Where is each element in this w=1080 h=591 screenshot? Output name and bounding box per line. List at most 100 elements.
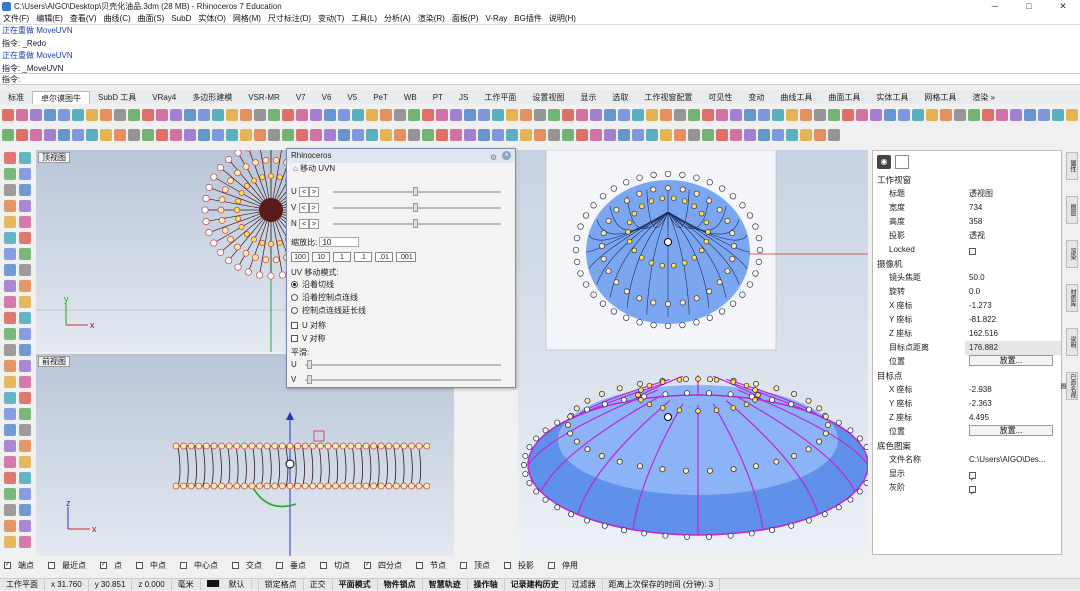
toolbar-tool-icon[interactable] xyxy=(758,129,770,141)
u-symmetry-checkbox[interactable]: U 对称 xyxy=(291,320,326,331)
toolbar-tool-icon[interactable] xyxy=(324,109,336,121)
menu-item[interactable]: 变动(T) xyxy=(318,13,344,24)
toolbar-tool-icon[interactable] xyxy=(1066,109,1078,121)
toolbar-tool-icon[interactable] xyxy=(646,109,658,121)
camera-icon[interactable]: ◉ xyxy=(877,155,891,169)
tool-icon[interactable] xyxy=(19,344,31,356)
toolbar-tab[interactable]: 曲面工具 xyxy=(820,91,868,104)
toolbar-tool-icon[interactable] xyxy=(772,109,784,121)
toolbar-tool-icon[interactable] xyxy=(240,109,252,121)
toolbar-tool-icon[interactable] xyxy=(856,109,868,121)
toolbar-tool-icon[interactable] xyxy=(786,129,798,141)
property-checkbox[interactable]: ✓ xyxy=(965,481,1061,497)
toolbar-tool-icon[interactable] xyxy=(310,109,322,121)
tool-icon[interactable] xyxy=(4,328,16,340)
toolbar-tab[interactable]: PT xyxy=(425,91,451,104)
toolbar-tool-icon[interactable] xyxy=(2,109,14,121)
toolbar-tool-icon[interactable] xyxy=(324,129,336,141)
tool-icon[interactable] xyxy=(19,440,31,452)
toolbar-tool-icon[interactable] xyxy=(548,129,560,141)
tool-icon[interactable] xyxy=(4,312,16,324)
toolbar-tool-icon[interactable] xyxy=(982,109,994,121)
menu-item[interactable]: V-Ray xyxy=(485,14,507,23)
toolbar-tool-icon[interactable] xyxy=(744,109,756,121)
toolbar-tool-icon[interactable] xyxy=(1052,109,1064,121)
toolbar-tool-icon[interactable] xyxy=(142,129,154,141)
toolbar-tool-icon[interactable] xyxy=(870,109,882,121)
toolbar-tool-icon[interactable] xyxy=(296,129,308,141)
place-button[interactable]: 放置... xyxy=(969,425,1053,436)
toolbar-tool-icon[interactable] xyxy=(744,129,756,141)
toolbar-tool-icon[interactable] xyxy=(2,129,14,141)
tool-icon[interactable] xyxy=(4,360,16,372)
osnap-toggle[interactable]: 顶点 xyxy=(460,560,497,571)
osnap-toggle[interactable]: 节点 xyxy=(416,560,453,571)
side-tab[interactable]: 属性 xyxy=(1066,152,1078,180)
tool-icon[interactable] xyxy=(4,440,16,452)
toolbar-tool-icon[interactable] xyxy=(198,129,210,141)
toolbar-tab[interactable]: 显示 xyxy=(572,91,604,104)
toolbar-tool-icon[interactable] xyxy=(310,129,322,141)
toolbar-tool-icon[interactable] xyxy=(1010,109,1022,121)
property-value[interactable]: C:\Users\AIGO\Des... xyxy=(965,453,1061,467)
property-value[interactable]: -2.363 xyxy=(965,397,1061,411)
toolbar-tool-icon[interactable] xyxy=(408,129,420,141)
menu-item[interactable]: 曲线(C) xyxy=(104,13,131,24)
menu-item[interactable]: 查看(V) xyxy=(70,13,97,24)
toolbar-tool-icon[interactable] xyxy=(142,109,154,121)
toolbar-tab[interactable]: 卓尔谟图牛 xyxy=(32,91,90,104)
maximize-button[interactable]: □ xyxy=(1012,0,1046,12)
tool-icon[interactable] xyxy=(4,408,16,420)
toolbar-tool-icon[interactable] xyxy=(618,129,630,141)
toolbar-tool-icon[interactable] xyxy=(198,109,210,121)
toolbar-tool-icon[interactable] xyxy=(562,109,574,121)
toolbar-tool-icon[interactable] xyxy=(72,129,84,141)
mode-option[interactable]: 沿着切线 xyxy=(291,279,334,290)
toolbar-tool-icon[interactable] xyxy=(520,109,532,121)
toolbar-tab[interactable]: 网格工具 xyxy=(916,91,964,104)
v-symmetry-checkbox[interactable]: V 对称 xyxy=(291,333,326,344)
toolbar-tool-icon[interactable] xyxy=(758,109,770,121)
tool-icon[interactable] xyxy=(19,456,31,468)
toolbar-tool-icon[interactable] xyxy=(436,129,448,141)
command-input[interactable]: 指令: xyxy=(0,73,1080,85)
toolbar-tool-icon[interactable] xyxy=(408,109,420,121)
tool-icon[interactable] xyxy=(19,184,31,196)
status-toggle[interactable]: 锁定格点 xyxy=(259,578,304,591)
tool-icon[interactable] xyxy=(19,248,31,260)
v-increase-button[interactable]: > xyxy=(308,203,319,213)
toolbar-tool-icon[interactable] xyxy=(58,129,70,141)
property-value[interactable]: 50.0 xyxy=(965,271,1061,285)
toolbar-tool-icon[interactable] xyxy=(968,109,980,121)
osnap-toggle[interactable]: 中点 xyxy=(136,560,173,571)
menu-item[interactable]: 面板(P) xyxy=(452,13,479,24)
menu-item[interactable]: 渲染(R) xyxy=(418,13,445,24)
tool-icon[interactable] xyxy=(19,424,31,436)
toolbar-tab[interactable]: 选取 xyxy=(604,91,636,104)
toolbar-tool-icon[interactable] xyxy=(86,129,98,141)
toolbar-tab[interactable]: 曲线工具 xyxy=(772,91,820,104)
close-button[interactable]: ✕ xyxy=(1046,0,1080,12)
toolbar-tool-icon[interactable] xyxy=(1024,109,1036,121)
toolbar-tool-icon[interactable] xyxy=(128,109,140,121)
tool-icon[interactable] xyxy=(19,504,31,516)
toolbar-tab[interactable]: 多边形建模 xyxy=(184,91,240,104)
toolbar-tool-icon[interactable] xyxy=(828,109,840,121)
n-decrease-button[interactable]: < xyxy=(299,219,310,229)
toolbar-tool-icon[interactable] xyxy=(492,129,504,141)
toolbar-tab[interactable]: JS xyxy=(451,91,476,104)
toolbar-tool-icon[interactable] xyxy=(604,129,616,141)
side-tab[interactable]: 渲染 xyxy=(1066,240,1078,268)
menu-item[interactable]: 网格(M) xyxy=(233,13,261,24)
property-checkbox[interactable] xyxy=(965,243,1061,257)
toolbar-tool-icon[interactable] xyxy=(674,109,686,121)
toolbar-tool-icon[interactable] xyxy=(114,109,126,121)
toolbar-tool-icon[interactable] xyxy=(156,129,168,141)
toolbar-tool-icon[interactable] xyxy=(590,109,602,121)
status-toggle[interactable]: 操作轴 xyxy=(468,578,505,591)
toolbar-tool-icon[interactable] xyxy=(450,129,462,141)
tool-icon[interactable] xyxy=(19,296,31,308)
toolbar-tool-icon[interactable] xyxy=(646,129,658,141)
v-slider[interactable] xyxy=(333,203,501,212)
toolbar-tool-icon[interactable] xyxy=(702,129,714,141)
